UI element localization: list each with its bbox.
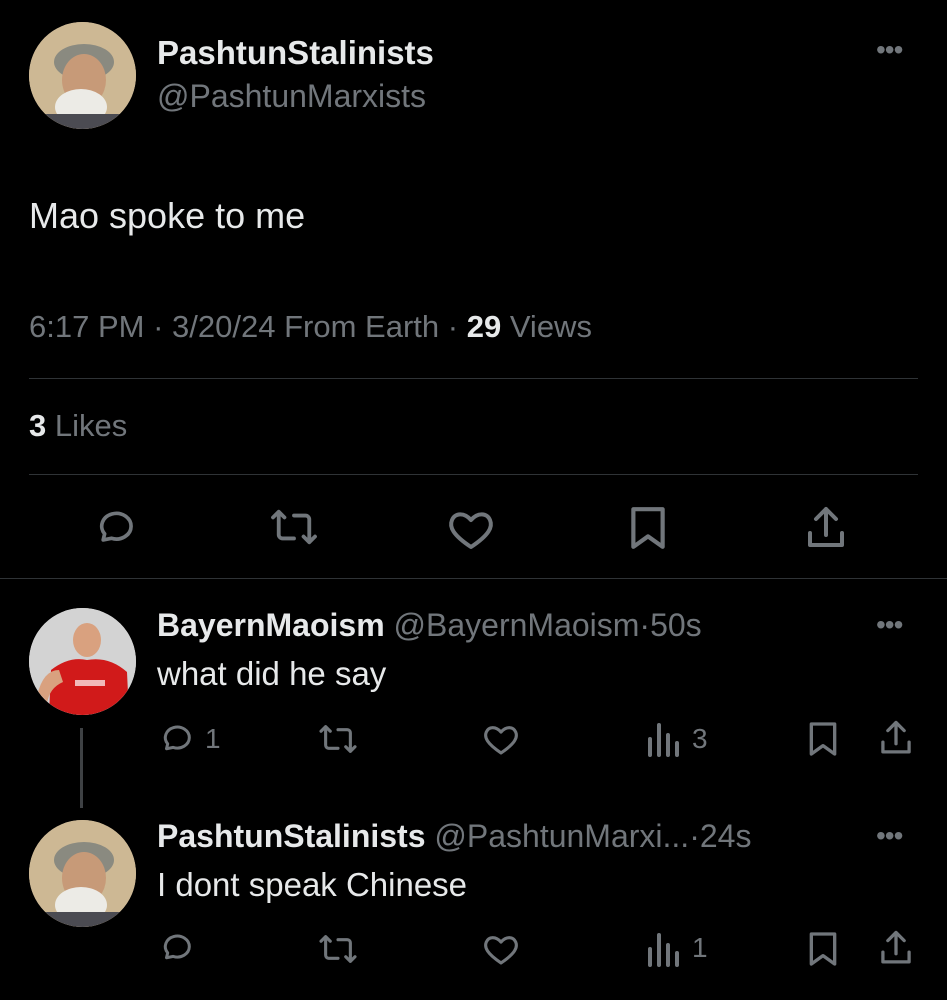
reply-handle[interactable]: @PashtunMarxi...	[434, 818, 689, 854]
tweet-date: 3/20/24	[172, 309, 276, 344]
like-icon[interactable]	[447, 507, 495, 551]
share-icon[interactable]	[804, 505, 848, 551]
reply-time[interactable]: 50s	[650, 607, 702, 643]
reply-more-options-icon[interactable]: •••	[876, 822, 903, 850]
reply-text: what did he say	[157, 655, 387, 692]
retweet-icon[interactable]	[316, 722, 360, 756]
like-icon[interactable]	[482, 722, 520, 756]
tweet-text: Mao spoke to me	[29, 195, 306, 236]
likes-summary[interactable]: 3 Likes	[29, 408, 127, 444]
views-count: 3	[692, 723, 708, 754]
reply-separator: ·	[689, 818, 700, 854]
author-avatar[interactable]	[29, 22, 136, 129]
meta-separator: ·	[447, 309, 459, 344]
reply-separator: ·	[639, 607, 651, 643]
tweet-source: From Earth	[284, 309, 440, 344]
thread-connector-line	[80, 728, 83, 808]
bookmark-icon[interactable]	[808, 930, 838, 968]
reply-display-name[interactable]: PashtunStalinists	[157, 818, 426, 854]
share-icon[interactable]	[878, 929, 914, 967]
tweet-meta: 6:17 PM · 3/20/24 From Earth · 29 Views	[29, 309, 592, 345]
views-icon[interactable]	[646, 931, 680, 967]
reply-more-options-icon[interactable]: •••	[876, 611, 903, 639]
views-count: 29	[466, 309, 502, 344]
likes-label: Likes	[54, 408, 128, 443]
reply-header: BayernMaoism @BayernMaoism·50s	[157, 607, 702, 644]
bookmark-icon[interactable]	[629, 505, 667, 551]
more-options-icon[interactable]: •••	[876, 36, 903, 64]
bookmark-icon[interactable]	[808, 720, 838, 758]
divider	[0, 578, 947, 579]
retweet-icon[interactable]	[268, 506, 320, 548]
views-icon[interactable]	[646, 721, 680, 757]
reply-time[interactable]: 24s	[700, 818, 752, 854]
views-label: Views	[509, 309, 592, 344]
views-count: 1	[692, 932, 708, 963]
divider	[29, 378, 918, 379]
reply-icon[interactable]	[158, 930, 196, 966]
retweet-icon[interactable]	[316, 932, 360, 966]
reply-handle[interactable]: @BayernMaoism	[394, 607, 640, 643]
reply-text: I dont speak Chinese	[157, 866, 468, 903]
author-handle[interactable]: @PashtunMarxists	[157, 78, 426, 115]
reply-count: 1	[205, 723, 221, 754]
likes-count: 3	[29, 408, 47, 443]
reply-icon[interactable]	[93, 506, 139, 550]
meta-separator: ·	[153, 309, 164, 344]
author-display-name[interactable]: PashtunStalinists	[157, 34, 434, 72]
reply-icon[interactable]	[158, 721, 196, 757]
share-icon[interactable]	[878, 719, 914, 757]
reply-author-avatar[interactable]	[29, 608, 136, 715]
divider	[29, 474, 918, 475]
reply-display-name[interactable]: BayernMaoism	[157, 607, 385, 643]
like-icon[interactable]	[482, 932, 520, 966]
tweet-time: 6:17 PM	[29, 309, 145, 344]
reply-author-avatar[interactable]	[29, 820, 136, 927]
reply-header: PashtunStalinists @PashtunMarxi...·24s	[157, 818, 751, 855]
